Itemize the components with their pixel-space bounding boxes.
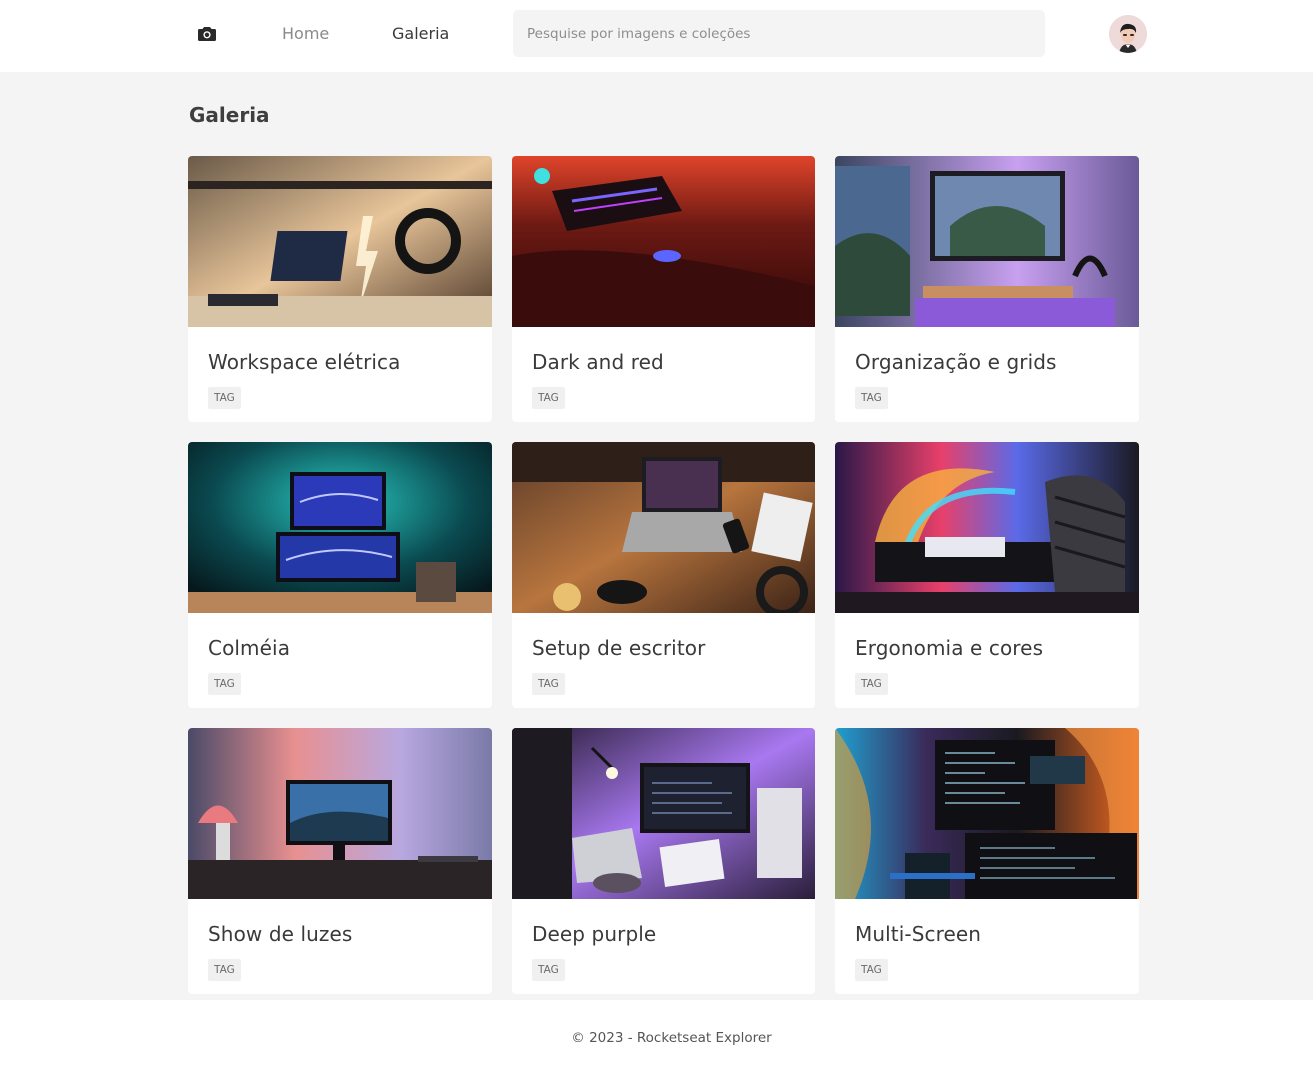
card-title: Colméia <box>208 636 291 660</box>
card-tag[interactable]: TAG <box>532 387 565 409</box>
nav-gallery[interactable]: Galeria <box>392 23 449 45</box>
gallery-card[interactable]: Multi-Screen TAG <box>835 728 1139 994</box>
card-tag[interactable]: TAG <box>532 673 565 695</box>
nav-home[interactable]: Home <box>282 23 329 45</box>
card-title: Deep purple <box>532 922 657 946</box>
gallery-card[interactable]: Ergonomia e cores TAG <box>835 442 1139 708</box>
card-tag[interactable]: TAG <box>208 387 241 409</box>
gallery-card[interactable]: Deep purple TAG <box>512 728 815 994</box>
card-tag[interactable]: TAG <box>855 387 888 409</box>
card-title: Setup de escritor <box>532 636 706 660</box>
footer-copyright: © 2023 - Rocketseat Explorer <box>571 1029 772 1046</box>
gallery-card[interactable]: Dark and red TAG <box>512 156 815 422</box>
card-title: Dark and red <box>532 350 664 374</box>
gallery-card[interactable]: Show de luzes TAG <box>188 728 492 994</box>
gallery-card[interactable]: Setup de escritor TAG <box>512 442 815 708</box>
card-image <box>188 442 492 613</box>
card-image <box>835 156 1139 327</box>
card-image <box>835 728 1139 899</box>
gallery-card[interactable]: Colméia TAG <box>188 442 492 708</box>
card-image <box>512 156 815 327</box>
page-title: Galeria <box>189 103 270 127</box>
card-image <box>188 156 492 327</box>
card-title: Multi-Screen <box>855 922 982 946</box>
card-title: Ergonomia e cores <box>855 636 1044 660</box>
search-input[interactable] <box>513 10 1045 57</box>
card-image <box>835 442 1139 613</box>
card-tag[interactable]: TAG <box>208 673 241 695</box>
top-header: Home Galeria <box>0 0 1313 72</box>
gallery-card[interactable]: Workspace elétrica TAG <box>188 156 492 422</box>
card-tag[interactable]: TAG <box>208 959 241 981</box>
card-title: Organização e grids <box>855 350 1057 374</box>
card-image <box>188 728 492 899</box>
card-tag[interactable]: TAG <box>855 959 888 981</box>
gallery-grid: Workspace elétrica TAG Dark and red TAG <box>188 156 1139 994</box>
card-image <box>512 442 815 613</box>
page-footer: © 2023 - Rocketseat Explorer <box>0 1000 1313 1075</box>
camera-icon[interactable] <box>196 23 218 45</box>
card-title: Show de luzes <box>208 922 353 946</box>
gallery-card[interactable]: Organização e grids TAG <box>835 156 1139 422</box>
card-image <box>512 728 815 899</box>
card-tag[interactable]: TAG <box>855 673 888 695</box>
card-title: Workspace elétrica <box>208 350 401 374</box>
user-avatar[interactable] <box>1109 15 1147 53</box>
card-tag[interactable]: TAG <box>532 959 565 981</box>
